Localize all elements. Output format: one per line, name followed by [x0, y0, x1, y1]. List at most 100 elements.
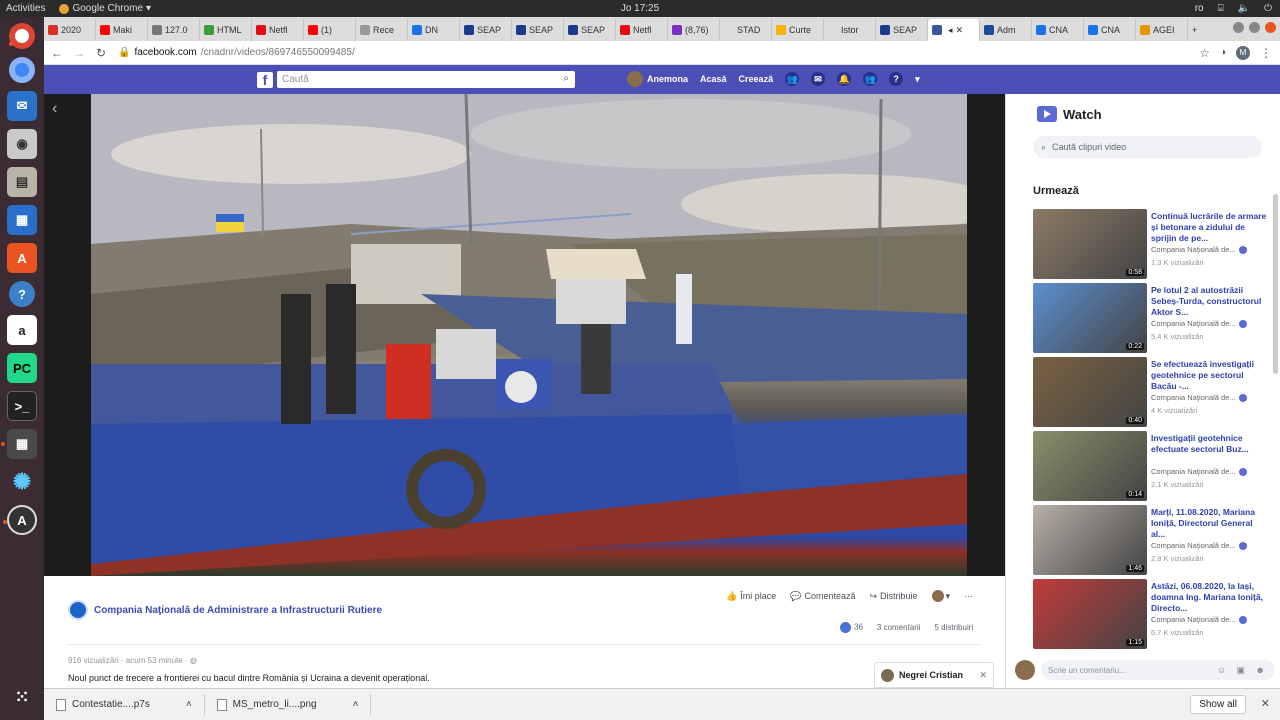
browser-tab[interactable]: SEAP	[512, 19, 564, 41]
browser-tab[interactable]: ◂ ✕	[928, 19, 980, 41]
download-item[interactable]: Contestatie....p7s ˄	[44, 693, 205, 716]
home-link[interactable]: Acasă	[700, 74, 727, 84]
browser-tab[interactable]: (1)	[304, 19, 356, 41]
browser-tab[interactable]: Netfl	[616, 19, 668, 41]
close-icon[interactable]: ✕	[1261, 697, 1270, 710]
video-title[interactable]: Continuă lucrările de armare și betonare…	[1151, 211, 1267, 244]
show-apps-icon[interactable]: ⁙	[7, 682, 37, 712]
network-icon[interactable]: ⌸	[1218, 3, 1224, 14]
thunderbird-dock-icon[interactable]: ✉	[7, 91, 37, 121]
video-title[interactable]: Astăzi, 06.08.2020, la Iași, doamna Ing.…	[1151, 581, 1267, 614]
video-frame[interactable]	[91, 94, 967, 576]
settings-dock-icon[interactable]: ✺	[7, 467, 37, 497]
video-channel[interactable]: Compania Naţională de...	[1151, 245, 1247, 254]
browser-tab[interactable]: Netfl	[252, 19, 304, 41]
video-thumbnail[interactable]: 1:46	[1033, 505, 1147, 575]
emoji-icons[interactable]: ☺ ▣ ☻	[1217, 665, 1269, 676]
volume-icon[interactable]: 🔈	[1238, 3, 1250, 14]
video-list-item[interactable]: 0:58 Continuă lucrările de armare și beto…	[1033, 207, 1267, 281]
browser-tab[interactable]: CNA	[1084, 19, 1136, 41]
video-thumbnail[interactable]: 0:58	[1033, 209, 1147, 279]
app-menu[interactable]: Google Chrome ▾	[59, 3, 151, 14]
video-channel[interactable]: Compania Naţională de...	[1151, 541, 1247, 550]
watch-search-input[interactable]: ⌕ Caută clipuri video	[1033, 136, 1262, 158]
video-title[interactable]: Pe lotul 2 al autostrăzii Sebeș-Turda, c…	[1151, 285, 1267, 318]
profile-link[interactable]: Anemona	[647, 74, 688, 84]
video-channel[interactable]: Compania Naţională de...	[1151, 393, 1247, 402]
minimize-icon[interactable]	[1233, 22, 1244, 33]
browser-tab[interactable]: 127.0	[148, 19, 200, 41]
maximize-icon[interactable]	[1249, 22, 1260, 33]
chevron-up-icon[interactable]: ˄	[353, 699, 359, 710]
friends-icon[interactable]: 👥	[785, 72, 800, 86]
browser-tab[interactable]: SEAP	[876, 19, 928, 41]
page-link[interactable]: Compania Naţională de Administrare a Inf…	[68, 600, 382, 620]
comment-count[interactable]: 3 comentarii	[877, 623, 921, 632]
chevron-up-icon[interactable]: ˄	[186, 699, 192, 710]
browser-tab[interactable]: SEAP	[460, 19, 512, 41]
browser-tab[interactable]: Maki	[96, 19, 148, 41]
system-clock[interactable]: Jo 17:25	[0, 3, 1280, 14]
browser-tab[interactable]: Adm	[980, 19, 1032, 41]
sidebar-scrollbar[interactable]	[1273, 194, 1278, 374]
video-title[interactable]: Marți, 11.08.2020, Mariana Ioniță, Direc…	[1151, 507, 1267, 540]
reaction-avatar-selector[interactable]: ▾	[931, 590, 950, 602]
browser-tab[interactable]: (8,76)	[668, 19, 720, 41]
video-channel[interactable]: Compania Naţională de...	[1151, 319, 1247, 328]
video-thumbnail[interactable]: 1:15	[1033, 579, 1147, 649]
updater-dock-icon[interactable]: A	[3, 505, 37, 535]
browser-tab[interactable]: DN	[408, 19, 460, 41]
help-icon[interactable]: ?	[889, 72, 904, 86]
calculator-dock-icon[interactable]: ▦	[1, 429, 37, 459]
chrome-dock-icon[interactable]	[9, 23, 35, 49]
video-player[interactable]: ‹	[44, 94, 1005, 576]
amazon-dock-icon[interactable]: a	[7, 315, 37, 345]
browser-tab[interactable]: Curte	[772, 19, 824, 41]
like-button[interactable]: 👍 Îmi place	[726, 591, 776, 602]
close-chat-icon[interactable]: ✕	[979, 670, 987, 681]
activities-button[interactable]: Activities	[6, 3, 45, 14]
watch-title[interactable]: Watch	[1063, 107, 1102, 122]
terminal-dock-icon[interactable]: >_	[7, 391, 37, 421]
help-dock-icon[interactable]: ?	[9, 281, 35, 307]
video-list-item[interactable]: 0:22 Pe lotul 2 al autostrăzii Sebeș-Turd…	[1033, 281, 1267, 355]
share-count[interactable]: 5 distribuiri	[934, 623, 973, 632]
previous-video-icon[interactable]: ‹	[52, 100, 57, 118]
create-link[interactable]: Creează	[739, 74, 774, 84]
user-avatar[interactable]	[627, 71, 643, 87]
video-list-item[interactable]: 0:14 Investigații geotehnice efectuate se…	[1033, 429, 1267, 503]
language-indicator[interactable]: ro	[1195, 3, 1204, 14]
more-options-icon[interactable]: ···	[964, 591, 973, 601]
reload-icon[interactable]: ↻	[92, 46, 110, 60]
url-field[interactable]: 🔒 facebook.com/cnadnr/videos/869746550099…	[118, 47, 355, 58]
new-tab-button[interactable]: +	[1188, 19, 1201, 41]
browser-tab[interactable]: AGEI	[1136, 19, 1188, 41]
bookmark-star-icon[interactable]: ☆	[1199, 46, 1210, 60]
chat-tab[interactable]: Negrei Cristian ✕	[874, 662, 994, 688]
video-list-item[interactable]: 1:15 Astăzi, 06.08.2020, la Iași, doamna …	[1033, 577, 1267, 651]
notifications-icon[interactable]: 🔔	[837, 72, 852, 86]
share-button[interactable]: ↪ Distribuie	[869, 591, 917, 602]
friend-requests-icon[interactable]: 👥	[863, 72, 878, 86]
close-tab-icon[interactable]: ✕	[956, 25, 964, 36]
page-avatar[interactable]	[68, 600, 88, 620]
browser-tab[interactable]: SEAP	[564, 19, 616, 41]
browser-tab[interactable]: HTML	[200, 19, 252, 41]
rhythmbox-dock-icon[interactable]: ◉	[7, 129, 37, 159]
browser-tab[interactable]: Rece	[356, 19, 408, 41]
video-channel[interactable]: Compania Naţională de...	[1151, 615, 1247, 624]
browser-tab[interactable]: 2020	[44, 19, 96, 41]
reaction-count[interactable]: 36	[840, 622, 863, 633]
profile-avatar[interactable]: M	[1236, 45, 1250, 60]
files-dock-icon[interactable]: ▤	[7, 167, 37, 197]
video-channel[interactable]: Compania Naţională de...	[1151, 467, 1247, 476]
comment-input[interactable]: Scrie un comentariu... ☺ ▣ ☻	[1041, 660, 1275, 680]
back-icon[interactable]: ←	[48, 46, 66, 60]
video-list-item[interactable]: 0:40 Se efectuează investigații geotehnic…	[1033, 355, 1267, 429]
search-icon[interactable]: ⌕	[563, 73, 569, 84]
messenger-icon[interactable]: ✉	[811, 72, 826, 86]
browser-tab[interactable]: Istor	[824, 19, 876, 41]
download-item[interactable]: MS_metro_li....png ˄	[205, 693, 372, 716]
account-menu-chevron-icon[interactable]: ▾	[915, 74, 920, 85]
show-all-button[interactable]: Show all	[1190, 695, 1246, 714]
